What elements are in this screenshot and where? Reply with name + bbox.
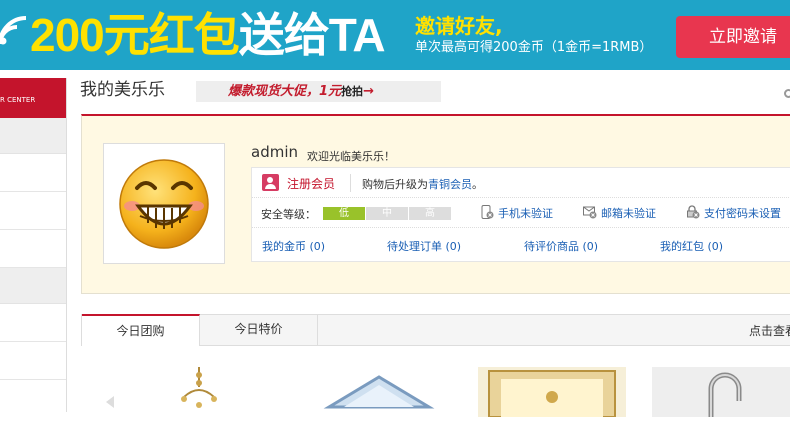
stat-to-review[interactable]: 待评价商品 (0) xyxy=(524,238,598,254)
sidebar-item[interactable] xyxy=(0,192,66,230)
username: admin xyxy=(251,143,298,161)
product-square-lamp-image[interactable] xyxy=(477,367,627,417)
left-sidebar: R CENTER xyxy=(0,78,67,412)
security-level-high: 高 xyxy=(409,207,451,220)
upgrade-text: 购物后升级为青铜会员。 xyxy=(362,176,483,192)
product-faucet-image[interactable] xyxy=(651,367,790,417)
stat-pending-orders-count: (0) xyxy=(445,240,462,253)
banner-headline: 200元红包送给TA xyxy=(30,6,386,64)
tab-group-buy[interactable]: 今日团购 xyxy=(82,314,200,346)
paypwd-setup-link[interactable]: 支付密码未设置 xyxy=(704,205,781,221)
promo-text: 爆款现货大促， xyxy=(228,84,320,99)
upgrade-level[interactable]: 青铜会员 xyxy=(428,178,472,191)
stat-red-packets-count: (0) xyxy=(707,240,724,253)
security-level-label: 安全等级： xyxy=(261,208,316,221)
user-icon xyxy=(262,174,279,191)
stat-pending-orders[interactable]: 待处理订单 (0) xyxy=(387,238,461,254)
account-info-box: 注册会员 购物后升级为青铜会员。 安全等级： 低 中 高 手机未验证 邮箱未验证 xyxy=(251,167,790,262)
profile-panel: admin 欢迎光临美乐乐！ 注册会员 购物后升级为青铜会员。 安全等级： 低 … xyxy=(81,114,790,294)
register-member-label[interactable]: 注册会员 xyxy=(287,175,335,192)
mail-icon xyxy=(583,206,597,219)
banner-gift: 红包 xyxy=(148,9,240,61)
promo-bar[interactable]: 爆款现货大促，1元抢拍→ xyxy=(196,81,441,102)
sidebar-section xyxy=(0,118,66,154)
phone-verify-link[interactable]: 手机未验证 xyxy=(498,205,553,221)
stat-coins[interactable]: 我的金币 (0) xyxy=(262,238,325,254)
product-chandelier-image[interactable] xyxy=(104,367,254,417)
banner-sendto: 送给TA xyxy=(238,9,386,61)
promo-action: 抢拍 xyxy=(341,85,364,98)
avatar[interactable] xyxy=(103,143,225,264)
divider xyxy=(350,174,351,192)
upgrade-suffix: 。 xyxy=(472,178,483,191)
invite-banner[interactable]: 200元红包送给TA 邀请好友, 单次最高可得200金币（1金币=1RMB） 立… xyxy=(0,0,790,70)
stat-to-review-label: 待评价商品 xyxy=(524,240,579,253)
stat-to-review-count: (0) xyxy=(582,240,599,253)
member-row: 注册会员 购物后升级为青铜会员。 xyxy=(252,168,790,198)
sidebar-section xyxy=(0,268,66,304)
smiley-avatar xyxy=(119,159,209,249)
security-level-mid: 中 xyxy=(366,207,408,220)
product-ceiling-lamp-image[interactable] xyxy=(299,367,449,417)
sidebar-header: R CENTER xyxy=(0,78,66,118)
stat-coins-label: 我的金币 xyxy=(262,240,306,253)
sidebar-item[interactable] xyxy=(0,342,66,380)
main-content: 我的美乐乐 爆款现货大促，1元抢拍→ admin 欢迎光临美乐乐！ 注册会员 购… xyxy=(80,78,790,417)
lock-icon xyxy=(687,205,700,219)
invite-now-button[interactable]: 立即邀请 xyxy=(676,16,790,58)
security-level-low: 低 xyxy=(323,207,365,220)
promo-price: 1元 xyxy=(319,84,342,99)
scroll-knob-icon[interactable] xyxy=(784,89,790,98)
banner-reward-text: 单次最高可得200金币（1金币=1RMB） xyxy=(415,40,653,55)
wifi-icon xyxy=(0,16,27,45)
stat-red-packets[interactable]: 我的红包 (0) xyxy=(660,238,723,254)
phone-icon xyxy=(481,205,494,219)
sidebar-item[interactable] xyxy=(0,304,66,342)
product-strip xyxy=(81,363,790,423)
stat-pending-orders-label: 待处理订单 xyxy=(387,240,442,253)
page-title: 我的美乐乐 xyxy=(80,80,165,100)
banner-invite-friends: 邀请好友, xyxy=(415,14,503,38)
view-more-link[interactable]: 点击查看 xyxy=(749,322,790,339)
tab-daily-special[interactable]: 今日特价 xyxy=(200,314,318,346)
stat-red-packets-label: 我的红包 xyxy=(660,240,704,253)
banner-amount: 200元 xyxy=(30,9,150,61)
stat-coins-count: (0) xyxy=(309,240,326,253)
promo-arrow-icon: → xyxy=(363,84,374,99)
sidebar-item[interactable] xyxy=(0,154,66,192)
welcome-text: 欢迎光临美乐乐！ xyxy=(307,150,395,163)
email-verify-link[interactable]: 邮箱未验证 xyxy=(601,205,656,221)
upgrade-prefix: 购物后升级为 xyxy=(362,178,428,191)
deals-tab-bar: 今日团购 今日特价 点击查看 xyxy=(81,314,790,346)
sidebar-item[interactable] xyxy=(0,230,66,268)
